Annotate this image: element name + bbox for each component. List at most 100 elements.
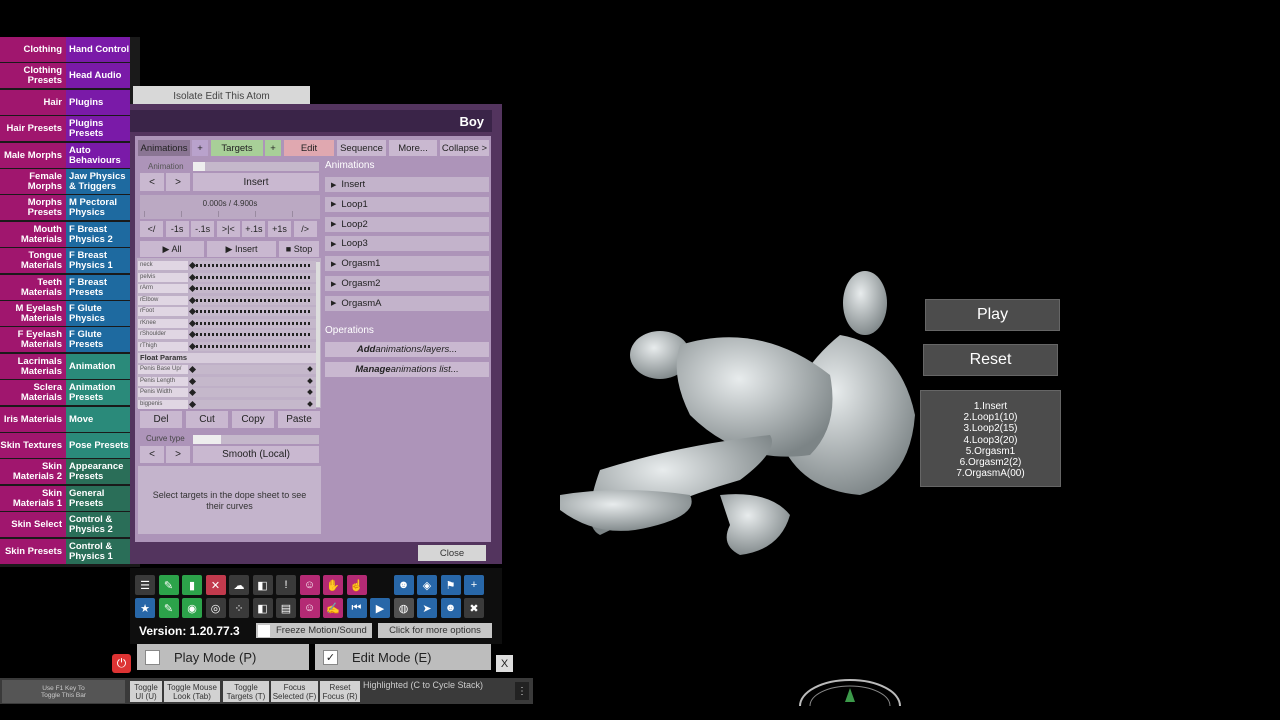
cursor-icon[interactable]: ➤ <box>417 598 437 618</box>
left-menu-item[interactable]: Jaw Physics & Triggers <box>66 169 130 194</box>
left-menu-item[interactable]: Morphs Presets <box>0 195 66 220</box>
play-mode-button[interactable]: Play Mode (P) <box>137 644 309 670</box>
animation-item[interactable]: ▶ Orgasm1 <box>325 256 489 272</box>
alert-icon[interactable]: ! <box>276 575 296 595</box>
animation-slider[interactable] <box>193 162 319 171</box>
more-options-button[interactable]: Click for more options <box>378 623 492 638</box>
left-menu-item[interactable]: Skin Textures <box>0 433 66 458</box>
paste-button[interactable]: Paste <box>278 411 320 428</box>
toggle-mouse-look-button[interactable]: Toggle Mouse Look (Tab) <box>164 681 220 702</box>
left-menu-item[interactable]: Hair Presets <box>0 116 66 141</box>
left-menu-item[interactable]: F Eyelash Materials <box>0 327 66 352</box>
freeze-checkbox[interactable] <box>258 624 270 637</box>
left-menu-item[interactable]: Mouth Materials <box>0 222 66 247</box>
person-add-icon[interactable]: ☺ <box>299 575 320 595</box>
left-menu-item[interactable]: F Glute Physics <box>66 301 130 326</box>
animation-item[interactable]: ▶ OrgasmA <box>325 295 489 311</box>
left-menu-item[interactable]: Animation <box>66 354 130 379</box>
left-menu-item[interactable]: F Glute Presets <box>66 327 130 352</box>
paint-icon[interactable]: ✍ <box>323 598 343 618</box>
tab-animations[interactable]: Animations <box>138 140 190 156</box>
edit-scene-icon[interactable]: ✎ <box>158 575 179 595</box>
left-menu-item[interactable]: Teeth Materials <box>0 275 66 300</box>
edit-mode-checkbox[interactable]: ✓ <box>323 649 338 665</box>
close-x-button[interactable]: X <box>496 655 513 672</box>
tab-more[interactable]: More... <box>389 140 437 156</box>
step-button[interactable]: </ <box>140 221 163 237</box>
float-param-track[interactable]: Penis Length <box>138 376 316 386</box>
menu-icon[interactable]: ☰ <box>135 575 155 595</box>
tools-icon[interactable]: ✖ <box>464 598 484 618</box>
animation-item[interactable]: ▶ Loop3 <box>325 236 489 252</box>
step-button[interactable]: +.1s <box>242 221 266 237</box>
power-icon[interactable]: ⏻ <box>112 654 131 673</box>
left-menu-item[interactable]: Pose Presets <box>66 433 130 458</box>
add-animations-button[interactable]: Add animations/layers... <box>325 342 489 357</box>
copy-button[interactable]: Copy <box>232 411 274 428</box>
time-scrubber[interactable]: 0.000s / 4.900s <box>140 195 320 219</box>
left-menu-item[interactable]: Plugins <box>66 90 130 115</box>
manage-animations-button[interactable]: Manage animations list... <box>325 362 489 377</box>
track-lane[interactable] <box>190 388 316 397</box>
document-icon[interactable]: ▤ <box>276 598 296 618</box>
left-menu-item[interactable]: Skin Select <box>0 512 66 537</box>
left-menu-item[interactable]: Hair <box>0 90 66 115</box>
flag-icon[interactable]: ⚑ <box>440 575 461 595</box>
reset-focus-button[interactable]: Reset Focus (R) <box>320 681 360 702</box>
step-button[interactable]: -.1s <box>191 221 215 237</box>
tab-targets[interactable]: Targets <box>211 140 263 156</box>
left-menu-item[interactable]: Move <box>66 407 130 432</box>
edit-icon[interactable]: ✎ <box>158 598 179 618</box>
dope-sheet-track[interactable]: rThigh <box>138 341 316 351</box>
add-icon[interactable]: + <box>464 575 484 595</box>
left-menu-item[interactable]: Control & Physics 2 <box>66 512 130 537</box>
toggle-targets-button[interactable]: Toggle Targets (T) <box>223 681 269 702</box>
isolate-edit-button[interactable]: Isolate Edit This Atom <box>133 86 310 106</box>
animation-item[interactable]: ▶ Insert <box>325 177 489 192</box>
curve-slider-handle[interactable] <box>193 435 221 444</box>
stop-button[interactable]: ■ Stop <box>279 241 319 257</box>
camera-icon[interactable]: ◉ <box>182 598 202 618</box>
float-param-track[interactable]: Penis Base Up/ <box>138 365 316 374</box>
prev-animation-button[interactable]: < <box>140 173 164 191</box>
freeze-motion-toggle[interactable]: Freeze Motion/Sound <box>256 623 372 638</box>
toggle-ui-button[interactable]: Toggle UI (U) <box>130 681 162 702</box>
star-icon[interactable]: ★ <box>135 598 155 618</box>
dope-sheet-track[interactable]: rElbow <box>138 295 316 305</box>
left-menu-item[interactable]: Skin Presets <box>0 539 66 564</box>
step-button[interactable]: /> <box>293 221 317 237</box>
tab-sequence[interactable]: Sequence <box>337 140 386 156</box>
left-menu-item[interactable]: Clothing Presets <box>0 63 66 88</box>
left-menu-item[interactable]: Clothing <box>0 37 66 62</box>
scene-play-button[interactable]: Play <box>925 299 1060 331</box>
slider-handle[interactable] <box>193 162 205 171</box>
step-button[interactable]: -1s <box>165 221 189 237</box>
next-animation-button[interactable]: > <box>166 173 190 191</box>
left-menu-item[interactable]: Head Audio <box>66 63 130 88</box>
animation-select[interactable]: Insert <box>193 173 319 191</box>
package-icon[interactable]: ◧ <box>252 598 273 618</box>
track-lane[interactable] <box>190 399 316 409</box>
hand-icon[interactable]: ✋ <box>323 575 343 595</box>
left-menu-item[interactable]: F Breast Presets <box>66 275 130 300</box>
dope-sheet-track[interactable]: rFoot <box>138 307 316 316</box>
step-button[interactable]: >|< <box>216 221 240 237</box>
left-menu-item[interactable]: General Presets <box>66 486 130 511</box>
play-all-button[interactable]: ▶ All <box>140 241 204 257</box>
tab-animations-add[interactable]: + <box>192 140 208 156</box>
tab-collapse[interactable]: Collapse > <box>440 140 489 156</box>
left-menu-item[interactable]: M Eyelash Materials <box>0 301 66 326</box>
step-button[interactable]: +1s <box>268 221 291 237</box>
left-menu-item[interactable]: Female Morphs <box>0 169 66 194</box>
curve-type-slider[interactable] <box>193 435 319 444</box>
left-menu-item[interactable]: Tongue Materials <box>0 248 66 273</box>
screenshot-icon[interactable]: ◎ <box>205 598 226 618</box>
left-menu-item[interactable]: Appearance Presets <box>66 459 130 484</box>
play-insert-button[interactable]: ▶ Insert <box>207 241 276 257</box>
dope-sheet-track[interactable]: rKnee <box>138 318 316 328</box>
left-menu-item[interactable]: Animation Presets <box>66 380 130 405</box>
left-menu-item[interactable]: Iris Materials <box>0 407 66 432</box>
left-menu-item[interactable]: Sclera Materials <box>0 380 66 405</box>
left-menu-item[interactable]: Auto Behaviours <box>66 143 130 168</box>
curve-type-select[interactable]: Smooth (Local) <box>193 446 319 463</box>
